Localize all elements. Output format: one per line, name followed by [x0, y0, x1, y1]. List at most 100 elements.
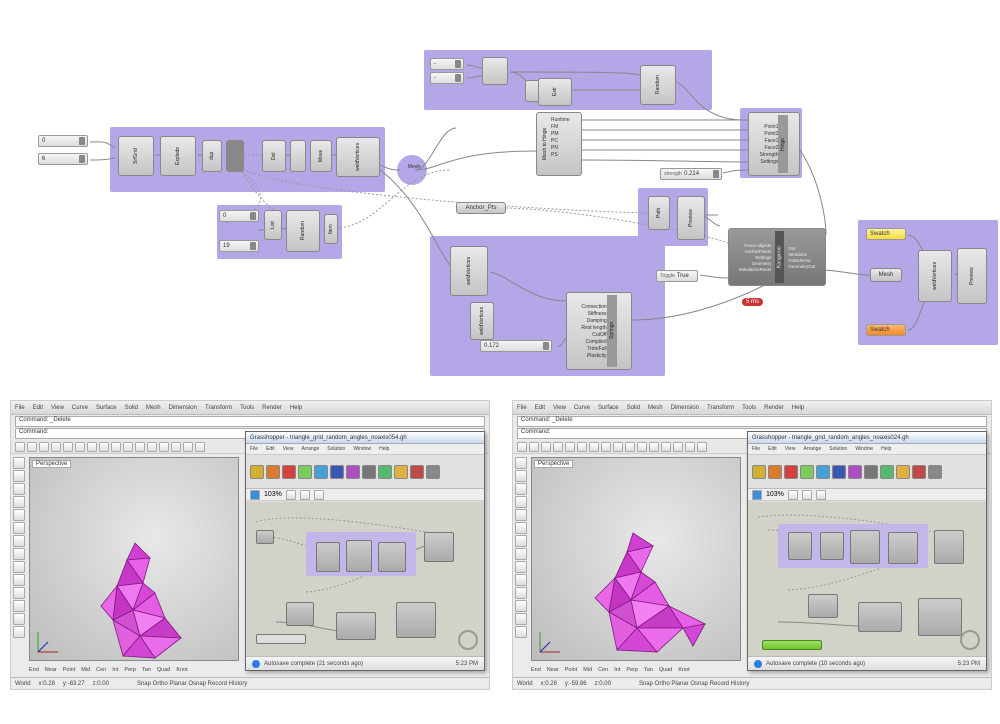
gh-titlebar[interactable]: Grasshopper - triangle_grid_random_angle…	[748, 432, 986, 444]
tool-button[interactable]	[625, 442, 635, 452]
osnap-item[interactable]: Cen	[598, 667, 608, 673]
gh-canvas[interactable]	[748, 502, 986, 656]
tool-button[interactable]	[601, 442, 611, 452]
slider-a[interactable]: 0	[38, 135, 88, 147]
gh-component-shelf[interactable]	[246, 455, 484, 489]
tool-button[interactable]	[99, 442, 109, 452]
tool-button[interactable]	[637, 442, 647, 452]
tool-button[interactable]	[697, 442, 707, 452]
comp-item[interactable]: Item	[324, 214, 338, 244]
tool-button[interactable]	[13, 574, 25, 586]
slider-e1[interactable]: -	[430, 58, 464, 70]
comp-param-dark[interactable]	[226, 140, 244, 172]
grasshopper-window-a[interactable]: Grasshopper - triangle_grid_random_angle…	[245, 431, 485, 671]
timer-badge[interactable]: 5 ms	[742, 298, 763, 306]
osnap-item[interactable]: End	[531, 667, 541, 673]
shelf-icon[interactable]	[880, 465, 894, 479]
tool-button[interactable]	[515, 522, 527, 534]
menu-item[interactable]: Solution	[829, 446, 847, 452]
comp-move[interactable]: Move	[310, 140, 332, 172]
menu-item[interactable]: View	[785, 446, 796, 452]
mini-component[interactable]	[808, 594, 838, 618]
tool-button[interactable]	[15, 442, 25, 452]
slider-172[interactable]: 0.172	[480, 340, 552, 352]
osnap-item[interactable]: Mid	[583, 667, 592, 673]
comp-small[interactable]	[290, 140, 306, 172]
shelf-icon[interactable]	[768, 465, 782, 479]
mini-component[interactable]	[346, 540, 372, 572]
mini-component[interactable]	[850, 530, 880, 564]
tool-button[interactable]	[515, 548, 527, 560]
menu-item[interactable]: Edit	[33, 405, 43, 411]
comp-path[interactable]: Path	[648, 196, 670, 230]
comp-list[interactable]: List	[264, 210, 282, 240]
tool-button[interactable]	[515, 600, 527, 612]
tool-button[interactable]	[183, 442, 193, 452]
menu-item[interactable]: Surface	[598, 405, 619, 411]
tool-button[interactable]	[515, 561, 527, 573]
osnap-item[interactable]: Perp	[626, 667, 638, 673]
menu-item[interactable]: Mesh	[146, 405, 161, 411]
tool-button[interactable]	[13, 613, 25, 625]
rhino-menubar[interactable]: FileEditViewCurveSurfaceSolidMeshDimensi…	[11, 401, 489, 415]
tool-button[interactable]	[147, 442, 157, 452]
osnap-item[interactable]: Perp	[124, 667, 136, 673]
mini-component[interactable]	[934, 530, 964, 564]
menu-item[interactable]: Help	[379, 446, 389, 452]
tool-button[interactable]	[13, 535, 25, 547]
mini-component[interactable]	[286, 602, 314, 626]
shelf-icon[interactable]	[378, 465, 392, 479]
tool-button[interactable]	[51, 442, 61, 452]
comp-del[interactable]: Del	[262, 140, 286, 172]
comp-weldvertices[interactable]: weldVertices	[336, 137, 380, 177]
side-toolbar[interactable]	[515, 457, 529, 661]
menu-item[interactable]: Curve	[72, 405, 88, 411]
tool-button[interactable]	[589, 442, 599, 452]
osnap-item[interactable]: Tan	[142, 667, 151, 673]
tool-button[interactable]	[171, 442, 181, 452]
tool-button[interactable]	[565, 442, 575, 452]
rhino-viewport[interactable]: Perspective	[531, 457, 741, 661]
shelf-icon[interactable]	[314, 465, 328, 479]
comp-explode[interactable]: Explode	[160, 136, 196, 176]
menu-item[interactable]: View	[553, 405, 566, 411]
tool-button[interactable]	[673, 442, 683, 452]
mini-component[interactable]	[888, 532, 918, 564]
mini-component[interactable]	[336, 612, 376, 640]
menu-item[interactable]: File	[752, 446, 760, 452]
tool-button[interactable]	[541, 442, 551, 452]
menu-item[interactable]: Dimension	[671, 405, 699, 411]
tool-button[interactable]	[529, 442, 539, 452]
tool-button[interactable]	[816, 490, 826, 500]
status-snap[interactable]: Snap Ortho Planar Osnap Record History	[137, 681, 247, 687]
menu-item[interactable]: Render	[262, 405, 282, 411]
shelf-icon[interactable]	[896, 465, 910, 479]
shelf-icon[interactable]	[330, 465, 344, 479]
gh-menubar[interactable]: FileEditViewArrangeSolutionWindowHelp	[748, 444, 986, 455]
param-mesh[interactable]: Mesh	[870, 268, 902, 282]
menu-item[interactable]: Solid	[125, 405, 138, 411]
menu-item[interactable]: Mesh	[648, 405, 663, 411]
menu-item[interactable]: Transform	[707, 405, 734, 411]
tool-button[interactable]	[788, 490, 798, 500]
osnap-item[interactable]: Quad	[659, 667, 672, 673]
menu-item[interactable]: Dimension	[169, 405, 197, 411]
tool-button[interactable]	[515, 574, 527, 586]
mini-component[interactable]	[918, 598, 962, 636]
menu-item[interactable]: Render	[764, 405, 784, 411]
rhino-viewport[interactable]: Perspective	[29, 457, 239, 661]
menu-item[interactable]: Tools	[240, 405, 254, 411]
tool-button[interactable]	[314, 490, 324, 500]
menu-item[interactable]: Transform	[205, 405, 232, 411]
tool-button[interactable]	[13, 600, 25, 612]
osnap-item[interactable]: End	[29, 667, 39, 673]
tool-button[interactable]	[685, 442, 695, 452]
osnap-item[interactable]: Near	[45, 667, 57, 673]
tool-button[interactable]	[13, 522, 25, 534]
tool-button[interactable]	[13, 496, 25, 508]
osnap-item[interactable]: Near	[547, 667, 559, 673]
tool-button[interactable]	[13, 561, 25, 573]
osnap-item[interactable]: Knot	[678, 667, 689, 673]
osnap-item[interactable]: Point	[63, 667, 76, 673]
shelf-icon[interactable]	[752, 465, 766, 479]
